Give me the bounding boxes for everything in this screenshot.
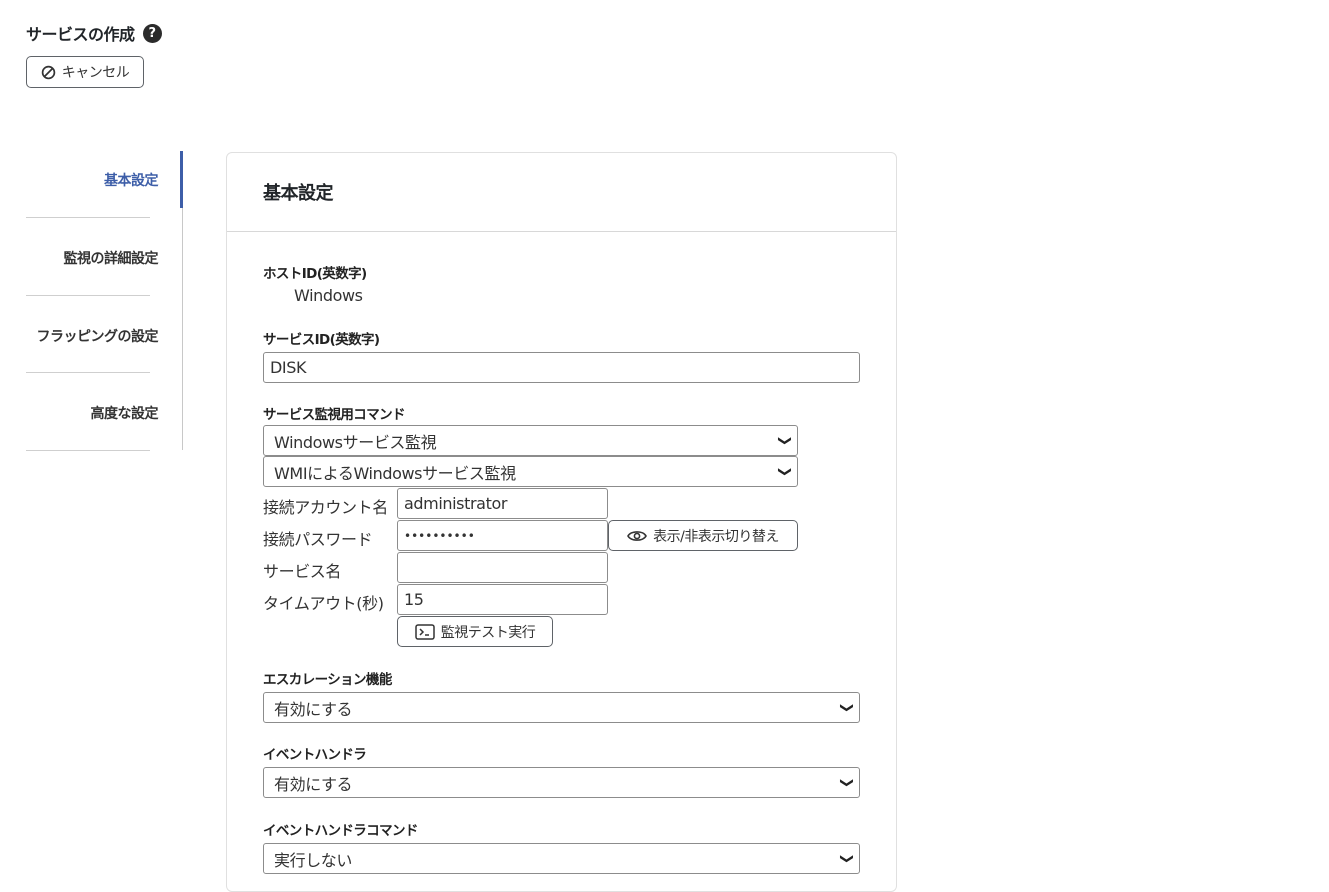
escalation-select[interactable]: 有効にする ❯: [263, 692, 860, 723]
sidebar-item-advanced-settings[interactable]: 高度な設定: [8, 403, 159, 423]
account-input[interactable]: administrator: [397, 488, 608, 519]
nav-divider: [26, 217, 150, 218]
event-handler-command-value: 実行しない: [274, 850, 353, 870]
eye-icon: [627, 529, 648, 543]
command-label: サービス監視用コマンド: [263, 407, 406, 423]
service-name-input[interactable]: [397, 552, 608, 583]
host-id-label: ホストID(英数字): [263, 266, 367, 282]
event-handler-select[interactable]: 有効にする ❯: [263, 767, 860, 798]
card-title: 基本設定: [263, 183, 334, 204]
password-input[interactable]: ••••••••••: [397, 520, 608, 551]
cancel-button[interactable]: キャンセル: [26, 56, 144, 88]
service-name-label: サービス名: [263, 562, 342, 581]
timeout-input[interactable]: 15: [397, 584, 608, 615]
chevron-down-icon: ❯: [838, 853, 854, 864]
chevron-down-icon: ❯: [776, 466, 792, 477]
nav-divider: [26, 295, 150, 296]
sidenav-active-indicator: [180, 151, 183, 208]
event-handler-command-select[interactable]: 実行しない ❯: [263, 843, 860, 874]
monitor-test-button[interactable]: 監視テスト実行: [397, 616, 553, 647]
toggle-password-label: 表示/非表示切り替え: [653, 528, 779, 545]
escalation-label: エスカレーション機能: [263, 672, 392, 688]
monitor-test-label: 監視テスト実行: [440, 624, 536, 641]
command-category-select[interactable]: Windowsサービス監視 ❯: [263, 425, 798, 456]
sidebar-item-monitoring-details[interactable]: 監視の詳細設定: [8, 248, 159, 268]
toggle-password-button[interactable]: 表示/非表示切り替え: [608, 520, 798, 551]
service-id-label: サービスID(英数字): [263, 332, 380, 348]
event-handler-label: イベントハンドラ: [263, 747, 367, 763]
question-circle-icon[interactable]: ?: [142, 23, 162, 43]
chevron-down-icon: ❯: [776, 435, 792, 446]
sidebar-item-flapping-settings[interactable]: フラッピングの設定: [8, 326, 159, 346]
event-handler-command-label: イベントハンドラコマンド: [263, 823, 418, 839]
chevron-down-icon: ❯: [838, 702, 854, 713]
host-id-value: Windows: [294, 286, 363, 305]
terminal-icon: [415, 623, 435, 640]
command-category-value: Windowsサービス監視: [274, 432, 437, 452]
nav-divider: [26, 372, 150, 373]
sidebar-item-basic-settings[interactable]: 基本設定: [8, 170, 159, 190]
chevron-down-icon: ❯: [838, 777, 854, 788]
timeout-label: タイムアウト(秒): [263, 594, 384, 613]
card-divider: [227, 231, 896, 232]
command-select[interactable]: WMIによるWindowsサービス監視 ❯: [263, 456, 798, 487]
ban-icon: [41, 65, 56, 80]
event-handler-value: 有効にする: [274, 774, 353, 794]
cancel-button-label: キャンセル: [61, 65, 130, 81]
password-label: 接続パスワード: [263, 530, 373, 549]
escalation-value: 有効にする: [274, 699, 353, 719]
account-label: 接続アカウント名: [263, 498, 388, 517]
page-title: サービスの作成 ?: [26, 21, 162, 45]
nav-divider: [26, 450, 150, 451]
service-id-input[interactable]: DISK: [263, 352, 860, 383]
command-value: WMIによるWindowsサービス監視: [274, 463, 516, 483]
page-title-text: サービスの作成: [26, 25, 135, 44]
